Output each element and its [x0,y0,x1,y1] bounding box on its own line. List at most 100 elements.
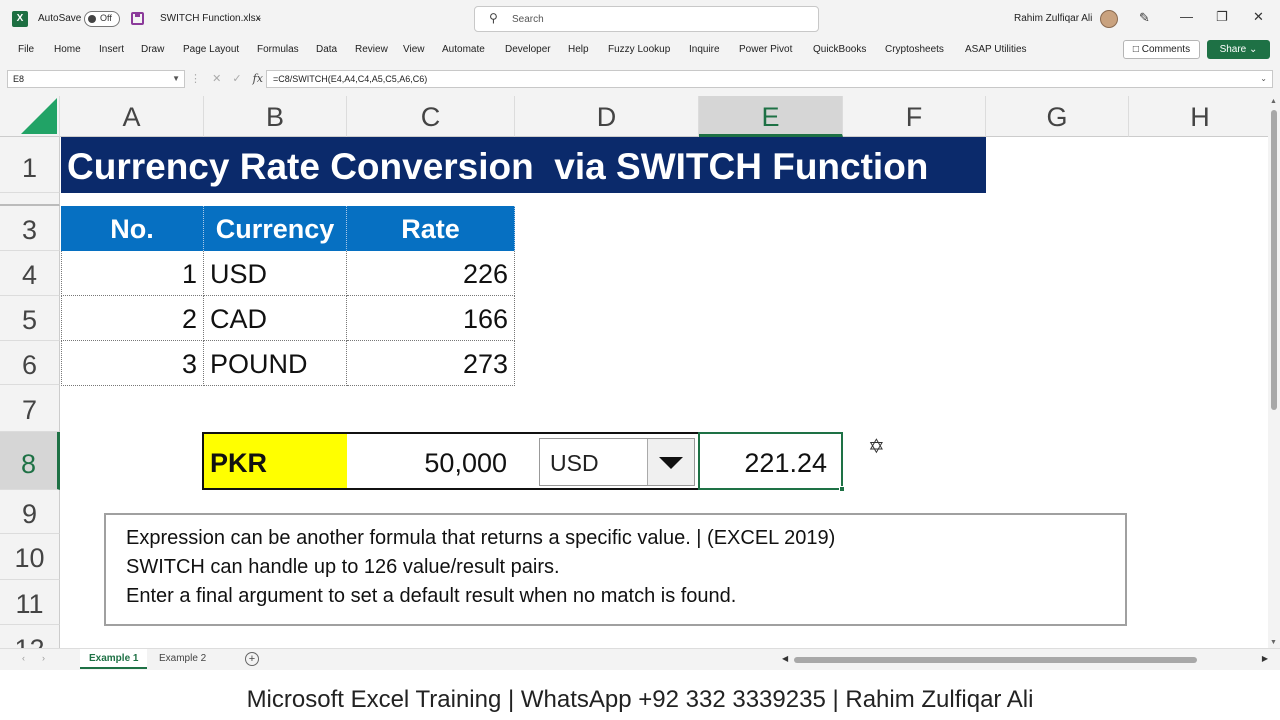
table-cell-no-1[interactable]: 1 [61,251,204,296]
tab-prev-icon[interactable]: ‹ [22,653,25,663]
row-header-6[interactable]: 6 [0,341,60,385]
col-header-g[interactable]: G [986,96,1129,137]
name-box-value: E8 [13,74,25,84]
menu-developer[interactable]: Developer [505,44,551,55]
col-header-h[interactable]: H [1129,96,1268,137]
menu-review[interactable]: Review [355,44,388,55]
search-box[interactable]: ⚲ Search [474,6,819,32]
row-header-1[interactable]: 1 [0,137,60,193]
video-caption: Microsoft Excel Training | WhatsApp +92 … [0,680,1280,720]
name-box[interactable]: E8 ▼ [7,70,185,88]
save-icon[interactable] [131,12,144,25]
table-cell-rate-1[interactable]: 226 [347,251,515,296]
menu-quickbooks[interactable]: QuickBooks [813,44,866,55]
pkr-amount-cell[interactable]: 50,000 [347,434,507,488]
formula-input[interactable]: =C8/SWITCH(E4,A4,C4,A5,C5,A6,C6) ⌄ [266,70,1273,88]
share-label: Share [1219,44,1247,55]
horizontal-scrollbar[interactable]: ◀ ▶ [782,654,1268,665]
row-header-9[interactable]: 9 [0,490,60,534]
menu-insert[interactable]: Insert [99,44,124,55]
table-cell-currency-2[interactable]: CAD [204,296,347,341]
table-cell-rate-2[interactable]: 166 [347,296,515,341]
menu-asap-utilities[interactable]: ASAP Utilities [965,44,1027,55]
row-header-10[interactable]: 10 [0,534,60,580]
col-header-a[interactable]: A [60,96,204,137]
col-header-c[interactable]: C [347,96,515,137]
row-header-8[interactable]: 8 [0,432,60,490]
menu-help[interactable]: Help [568,44,589,55]
menu-home[interactable]: Home [54,44,81,55]
minimize-icon[interactable]: — [1180,9,1193,24]
menu-draw[interactable]: Draw [141,44,164,55]
tab-example-1[interactable]: Example 1 [80,649,148,669]
col-header-d[interactable]: D [515,96,699,137]
menu-data[interactable]: Data [316,44,337,55]
scroll-down-icon[interactable]: ▼ [1270,639,1277,646]
excel-icon[interactable]: X [12,11,28,27]
file-name[interactable]: SWITCH Function.xlsx [160,13,261,24]
table-header-rate[interactable]: Rate [347,206,515,251]
chevron-down-icon[interactable]: ⌄ [255,12,263,23]
pen-icon[interactable]: ✎ [1139,10,1150,26]
table-cell-no-3[interactable]: 3 [61,341,204,386]
vertical-scrollbar[interactable]: ▲ ▼ [1268,96,1280,648]
scroll-left-icon[interactable]: ◀ [782,654,788,663]
horizontal-scroll-thumb[interactable] [794,657,1197,663]
autosave-toggle[interactable]: Off [84,11,120,27]
col-header-b[interactable]: B [204,96,347,137]
caption-text: Microsoft Excel Training | WhatsApp +92 … [246,686,1034,713]
fill-handle[interactable] [839,486,845,492]
comments-button[interactable]: □ Comments [1123,40,1200,59]
restore-icon[interactable]: ❐ [1216,9,1228,25]
table-header-currency[interactable]: Currency [204,206,347,251]
menu-page-layout[interactable]: Page Layout [183,44,239,55]
dropdown-arrow-icon[interactable] [647,439,694,485]
currency-dropdown[interactable]: USD [539,438,695,486]
row-header-11[interactable]: 11 [0,580,60,625]
user-name[interactable]: Rahim Zulfiqar Ali [1014,13,1092,24]
menu-fuzzy-lookup[interactable]: Fuzzy Lookup [608,44,670,55]
note-line-3: Enter a final argument to set a default … [126,585,737,607]
table-cell-no-2[interactable]: 2 [61,296,204,341]
menu-cryptosheets[interactable]: Cryptosheets [885,44,944,55]
menu-file[interactable]: File [18,44,34,55]
table-cell-currency-3[interactable]: POUND [204,341,347,386]
table-cell-rate-3[interactable]: 273 [347,341,515,386]
fx-icon[interactable]: fx [253,72,263,85]
close-icon[interactable]: ✕ [1253,9,1264,25]
table-cell-currency-1[interactable]: USD [204,251,347,296]
result-cell-e8[interactable]: 221.24 [698,432,845,492]
scroll-up-icon[interactable]: ▲ [1270,98,1277,105]
table-header-no[interactable]: No. [61,206,204,251]
plus-icon[interactable]: + [245,652,259,666]
menu-formulas[interactable]: Formulas [257,44,299,55]
row-header-7[interactable]: 7 [0,385,60,432]
checkmark-icon[interactable]: ✓ [232,73,241,85]
vertical-scroll-thumb[interactable] [1271,110,1277,410]
worksheet-grid[interactable]: A B C D E F G H 1 3 4 5 6 7 8 9 10 11 12… [0,96,1268,648]
row-header-3[interactable]: 3 [0,206,60,251]
share-button[interactable]: Share ⌄ [1207,40,1270,59]
chevron-down-icon[interactable]: ⌄ [1260,71,1267,87]
notes-textbox[interactable]: Expression can be another formula that r… [104,513,1127,626]
row-header-12[interactable]: 12 [0,625,60,648]
menu-power-pivot[interactable]: Power Pivot [739,44,792,55]
row-header-2-hidden[interactable] [0,193,60,206]
tab-example-2[interactable]: Example 2 [150,649,215,669]
menu-inquire[interactable]: Inquire [689,44,720,55]
tab-next-icon[interactable]: › [42,653,45,663]
col-header-e[interactable]: E [699,96,843,137]
avatar[interactable] [1100,10,1118,28]
select-all-button[interactable] [0,96,60,137]
sheet-title-band[interactable]: Currency Rate Conversion via SWITCH Func… [61,137,986,193]
formula-icons: ⋮ ✕ ✓ fx [190,72,271,85]
scroll-right-icon[interactable]: ▶ [1262,654,1268,663]
menu-view[interactable]: View [403,44,425,55]
row-header-5[interactable]: 5 [0,296,60,341]
cancel-icon[interactable]: ✕ [212,73,221,85]
menu-automate[interactable]: Automate [442,44,485,55]
row-header-4[interactable]: 4 [0,251,60,296]
pkr-label-cell[interactable]: PKR [204,434,347,488]
col-header-f[interactable]: F [843,96,986,137]
chevron-down-icon[interactable]: ▼ [172,71,180,87]
